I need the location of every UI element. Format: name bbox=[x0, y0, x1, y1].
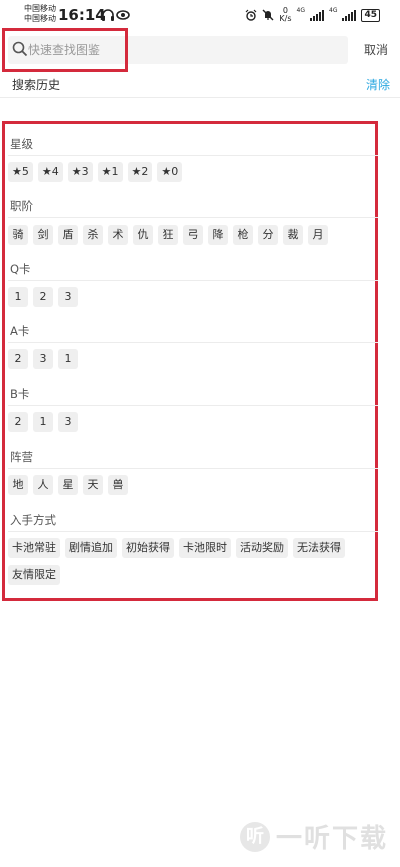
clear-history-button[interactable]: 清除 bbox=[366, 76, 390, 93]
watermark-text: 一听下载 bbox=[275, 824, 388, 854]
section-title-q-card: Q卡 bbox=[10, 262, 31, 276]
section-title-b-card: B卡 bbox=[10, 387, 30, 401]
section-title-a-card: A卡 bbox=[10, 324, 30, 338]
filter-chip[interactable]: 友情限定 bbox=[8, 565, 60, 585]
carrier-info: 中国移动 中国移动 bbox=[24, 4, 56, 24]
filter-chip[interactable]: 骑 bbox=[8, 225, 28, 245]
chip-group-faction: 地 人 星 天 兽 bbox=[8, 475, 368, 495]
speed-unit: K/s bbox=[279, 14, 292, 23]
filter-chip[interactable]: 3 bbox=[58, 287, 78, 307]
section-divider bbox=[8, 468, 378, 469]
signal-icon-1 bbox=[310, 9, 324, 21]
battery-icon: 45 bbox=[361, 8, 380, 22]
filter-chip[interactable]: 兽 bbox=[108, 475, 128, 495]
net-type-2: 4G bbox=[329, 7, 338, 14]
filter-chip[interactable]: ★2 bbox=[127, 162, 153, 182]
filter-chip[interactable]: 月 bbox=[308, 225, 328, 245]
search-history-title: 搜索历史 bbox=[12, 78, 61, 92]
signal-icon-2 bbox=[342, 9, 357, 21]
cancel-button[interactable]: 取消 bbox=[364, 41, 388, 58]
section-divider bbox=[8, 342, 378, 343]
filter-chip[interactable]: ★0 bbox=[157, 162, 183, 182]
filter-chip[interactable]: 人 bbox=[33, 475, 53, 495]
filter-chip[interactable]: 活动奖励 bbox=[236, 538, 288, 558]
section-divider bbox=[8, 280, 378, 281]
section-title-star: 星级 bbox=[10, 137, 33, 151]
filter-chip[interactable]: 2 bbox=[33, 287, 53, 307]
section-divider bbox=[8, 155, 378, 156]
filter-chip[interactable]: 初始获得 bbox=[122, 538, 174, 558]
section-title-acquisition: 入手方式 bbox=[10, 513, 56, 527]
filter-chip[interactable]: 卡池限时 bbox=[179, 538, 231, 558]
filter-chip[interactable]: ★4 bbox=[37, 162, 63, 182]
filter-chip[interactable]: 剧情追加 bbox=[65, 538, 117, 558]
filter-chip[interactable]: 降 bbox=[208, 225, 228, 245]
filter-chip[interactable]: 枪 bbox=[233, 225, 253, 245]
filter-chip[interactable]: 地 bbox=[8, 475, 28, 495]
section-divider bbox=[8, 531, 378, 532]
alarm-icon bbox=[245, 9, 257, 21]
section-divider bbox=[8, 405, 378, 406]
filter-chip[interactable]: ★5 bbox=[8, 162, 33, 182]
watermark: 听 一听下载 bbox=[239, 818, 388, 855]
filter-chip[interactable]: 3 bbox=[33, 349, 53, 369]
filter-chip[interactable]: 狂 bbox=[158, 225, 178, 245]
status-right: 0 K/s 4G 4G 45 bbox=[245, 7, 380, 23]
carrier-1: 中国移动 bbox=[24, 4, 56, 13]
status-bar: 中国移动 中国移动 16:14 0 K/s 4G 4G 45 bbox=[0, 0, 400, 30]
filter-chip[interactable]: 2 bbox=[8, 412, 28, 432]
clock: 16:14 bbox=[58, 6, 106, 24]
filter-chip[interactable]: 3 bbox=[58, 412, 78, 432]
section-title-class: 职阶 bbox=[10, 199, 33, 213]
filter-chip[interactable]: 分 bbox=[258, 225, 278, 245]
filter-chip[interactable]: ★3 bbox=[67, 162, 93, 182]
filter-chip[interactable]: 卡池常驻 bbox=[8, 538, 60, 558]
chip-group-star: ★5 ★4 ★3 ★1 ★2 ★0 bbox=[8, 162, 368, 182]
filter-chip[interactable]: 仇 bbox=[133, 225, 153, 245]
filter-chip[interactable]: 1 bbox=[33, 412, 53, 432]
filter-chip[interactable]: 盾 bbox=[58, 225, 78, 245]
watermark-logo-icon: 听 bbox=[239, 821, 270, 852]
filter-chip[interactable]: 剑 bbox=[33, 225, 53, 245]
chip-group-class: 骑 剑 盾 杀 术 仇 狂 弓 降 枪 分 裁 月 bbox=[8, 225, 368, 245]
filter-chip[interactable]: 1 bbox=[8, 287, 28, 307]
filter-chip[interactable]: 术 bbox=[108, 225, 128, 245]
headphones-icon bbox=[102, 9, 114, 21]
filter-chip[interactable]: 1 bbox=[58, 349, 78, 369]
network-speed: 0 K/s bbox=[279, 7, 291, 23]
filter-chip[interactable]: 弓 bbox=[183, 225, 203, 245]
mute-bell-icon bbox=[262, 9, 274, 21]
chip-group-acquisition: 卡池常驻 剧情追加 初始获得 卡池限时 活动奖励 无法获得 友情限定 bbox=[8, 538, 368, 585]
chip-group-a-card: 2 3 1 bbox=[8, 349, 368, 369]
filter-chip[interactable]: 天 bbox=[83, 475, 103, 495]
filter-chip[interactable]: 星 bbox=[58, 475, 78, 495]
chip-group-b-card: 2 1 3 bbox=[8, 412, 368, 432]
filter-chip[interactable]: 2 bbox=[8, 349, 28, 369]
eye-icon bbox=[116, 10, 130, 20]
filter-chip[interactable]: ★1 bbox=[97, 162, 123, 182]
section-divider bbox=[8, 217, 378, 218]
filter-chip[interactable]: 杀 bbox=[83, 225, 103, 245]
search-highlight-frame bbox=[2, 28, 128, 72]
net-type-1: 4G bbox=[296, 7, 305, 14]
carrier-2: 中国移动 bbox=[24, 14, 56, 23]
search-history-row: 搜索历史 清除 bbox=[0, 72, 400, 98]
chip-group-q-card: 1 2 3 bbox=[8, 287, 368, 307]
filter-chip[interactable]: 裁 bbox=[283, 225, 303, 245]
section-title-faction: 阵营 bbox=[10, 450, 33, 464]
filter-chip[interactable]: 无法获得 bbox=[293, 538, 345, 558]
